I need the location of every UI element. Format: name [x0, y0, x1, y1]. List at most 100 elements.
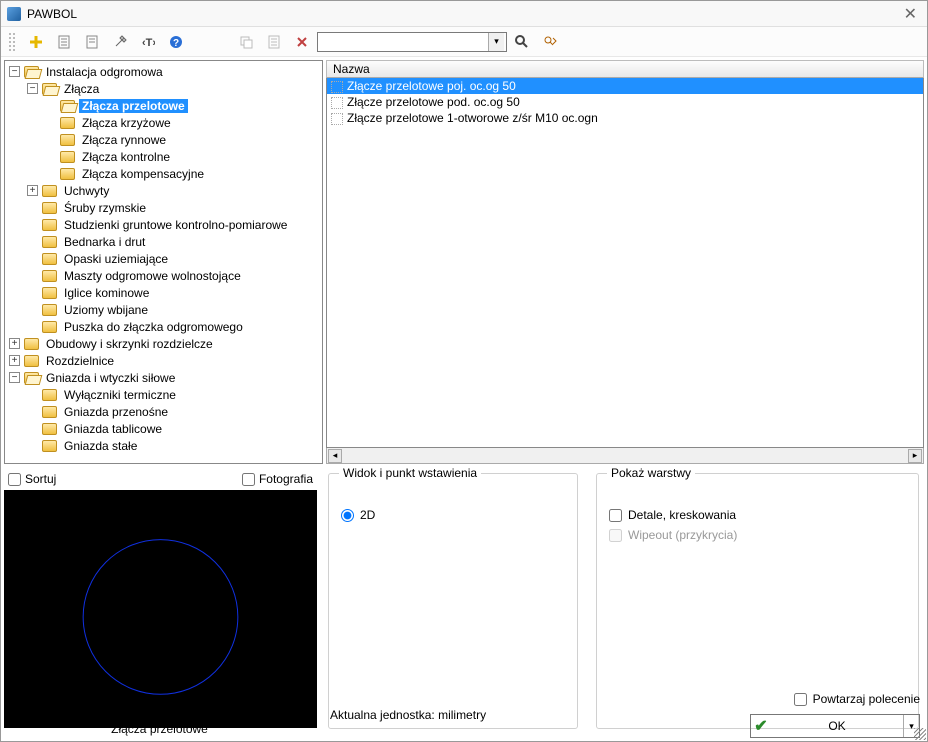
props-button[interactable]: [261, 31, 287, 53]
svg-text:‹T›: ‹T›: [142, 37, 155, 49]
twisty-blank: [45, 151, 56, 162]
list-row[interactable]: Złącze przelotowe poj. oc.og 50: [327, 78, 923, 94]
folder-icon: [42, 389, 57, 401]
tree-item-label: Złącza krzyżowe: [79, 116, 174, 130]
tree-item[interactable]: Maszty odgromowe wolnostojące: [5, 267, 322, 284]
twisty-blank: [27, 253, 38, 264]
tree-item[interactable]: Śruby rzymskie: [5, 199, 322, 216]
radio-2d[interactable]: 2D: [341, 508, 565, 522]
tree-item[interactable]: Złącza kontrolne: [5, 148, 322, 165]
scroll-left-icon[interactable]: ◂: [328, 449, 342, 463]
tools-button[interactable]: [107, 31, 133, 53]
page-button[interactable]: [51, 31, 77, 53]
copy-button[interactable]: [233, 31, 259, 53]
sort-checkbox[interactable]: Sortuj: [8, 472, 56, 486]
text-button[interactable]: ‹T›: [135, 31, 161, 53]
tree-item[interactable]: + Rozdzielnice: [5, 352, 322, 369]
new-button[interactable]: [23, 31, 49, 53]
help-button[interactable]: ?: [163, 31, 189, 53]
twisty-blank: [45, 168, 56, 179]
ok-button[interactable]: ✔ OK ▾: [750, 714, 920, 738]
repeat-checkbox[interactable]: Powtarzaj polecenie: [794, 692, 920, 706]
collapse-icon[interactable]: −: [9, 372, 20, 383]
tree-item[interactable]: Gniazda przenośne: [5, 403, 322, 420]
folder-icon: [60, 100, 75, 112]
resize-grip[interactable]: [914, 728, 926, 740]
search-combo[interactable]: ▾: [317, 32, 507, 52]
folder-icon: [60, 134, 75, 146]
list-pane: Nazwa Złącze przelotowe poj. oc.og 50Złą…: [326, 60, 924, 464]
tree-item[interactable]: + Obudowy i skrzynki rozdzielcze: [5, 335, 322, 352]
tree-item-label: Uchwyty: [61, 184, 112, 198]
window-title: PAWBOL: [27, 7, 77, 21]
list-body[interactable]: Złącze przelotowe poj. oc.og 50Złącze pr…: [326, 78, 924, 448]
twisty-blank: [27, 389, 38, 400]
list-header[interactable]: Nazwa: [326, 60, 924, 78]
tree-item-label: Rozdzielnice: [43, 354, 117, 368]
twisty-blank: [27, 406, 38, 417]
details-checkbox[interactable]: Detale, kreskowania: [609, 508, 906, 522]
folder-icon: [42, 236, 57, 248]
list-row[interactable]: Złącze przelotowe 1-otworowe z/śr M10 oc…: [327, 110, 923, 126]
twisty-blank: [27, 219, 38, 230]
layers-fieldset: Pokaż warstwy Detale, kreskowania Wipeou…: [596, 473, 919, 729]
list-scrollbar[interactable]: ◂ ▸: [326, 448, 924, 464]
tree-item[interactable]: −Złącza: [5, 80, 322, 97]
tree-item-label: Gniazda przenośne: [61, 405, 171, 419]
folder-icon: [42, 287, 57, 299]
search-dropdown-icon[interactable]: ▾: [488, 33, 504, 51]
tree-item[interactable]: Gniazda stałe: [5, 437, 322, 454]
tree-item[interactable]: Opaski uziemiające: [5, 250, 322, 267]
unit-label: Aktualna jednostka: milimetry: [330, 708, 486, 722]
find-var-button[interactable]: [537, 31, 563, 53]
tree-item[interactable]: + Uchwyty: [5, 182, 322, 199]
search-button[interactable]: [509, 31, 535, 53]
tree-item-label: Iglice kominowe: [61, 286, 152, 300]
twisty-blank: [27, 236, 38, 247]
tree-item-label: Śruby rzymskie: [61, 201, 149, 215]
scroll-right-icon[interactable]: ▸: [908, 449, 922, 463]
tree-item-label: Wyłączniki termiczne: [61, 388, 179, 402]
tree-item[interactable]: Gniazda tablicowe: [5, 420, 322, 437]
folder-icon: [42, 185, 57, 197]
folder-icon: [42, 270, 57, 282]
tree-item[interactable]: Puszka do złączka odgromowego: [5, 318, 322, 335]
tree-item[interactable]: Złącza rynnowe: [5, 131, 322, 148]
delete-button[interactable]: [289, 31, 315, 53]
page2-button[interactable]: [79, 31, 105, 53]
tree-item-label: Złącza kompensacyjne: [79, 167, 207, 181]
twisty-blank: [27, 270, 38, 281]
tree-item[interactable]: Bednarka i drut: [5, 233, 322, 250]
folder-icon: [60, 117, 75, 129]
toolbar: ‹T› ? ▾: [1, 27, 927, 57]
wipeout-checkbox: Wipeout (przykrycia): [609, 528, 906, 542]
tree-item-label: Puszka do złączka odgromowego: [61, 320, 246, 334]
collapse-icon[interactable]: −: [9, 66, 20, 77]
collapse-icon[interactable]: −: [27, 83, 38, 94]
tree-item[interactable]: Złącza przelotowe: [5, 97, 322, 114]
folder-icon: [24, 372, 39, 384]
tree-item[interactable]: Złącza kompensacyjne: [5, 165, 322, 182]
tree-item[interactable]: Uziomy wbijane: [5, 301, 322, 318]
expand-icon[interactable]: +: [9, 355, 20, 366]
tree-item[interactable]: Złącza krzyżowe: [5, 114, 322, 131]
expand-icon[interactable]: +: [27, 185, 38, 196]
list-row[interactable]: Złącze przelotowe pod. oc.og 50: [327, 94, 923, 110]
tree-item[interactable]: Wyłączniki termiczne: [5, 386, 322, 403]
tree-item[interactable]: Iglice kominowe: [5, 284, 322, 301]
svg-text:?: ?: [173, 38, 179, 49]
expand-icon[interactable]: +: [9, 338, 20, 349]
tree-item-label: Złącza rynnowe: [79, 133, 169, 147]
tree-item-label: Maszty odgromowe wolnostojące: [61, 269, 244, 283]
tree-pane[interactable]: −Instalacja odgromowa−ZłączaZłącza przel…: [4, 60, 323, 464]
twisty-blank: [27, 202, 38, 213]
tree-item[interactable]: −Gniazda i wtyczki siłowe: [5, 369, 322, 386]
close-button[interactable]: ✕: [900, 4, 921, 24]
tree-item[interactable]: Studzienki gruntowe kontrolno-pomiarowe: [5, 216, 322, 233]
search-input[interactable]: [318, 33, 488, 51]
photo-checkbox[interactable]: Fotografia: [242, 472, 313, 486]
tree-item[interactable]: − Instalacja odgromowa: [5, 63, 322, 80]
toolbar-grip: [9, 33, 15, 51]
tree-item-label: Obudowy i skrzynki rozdzielcze: [43, 337, 216, 351]
tree-item-label: Instalacja odgromowa: [43, 65, 166, 79]
